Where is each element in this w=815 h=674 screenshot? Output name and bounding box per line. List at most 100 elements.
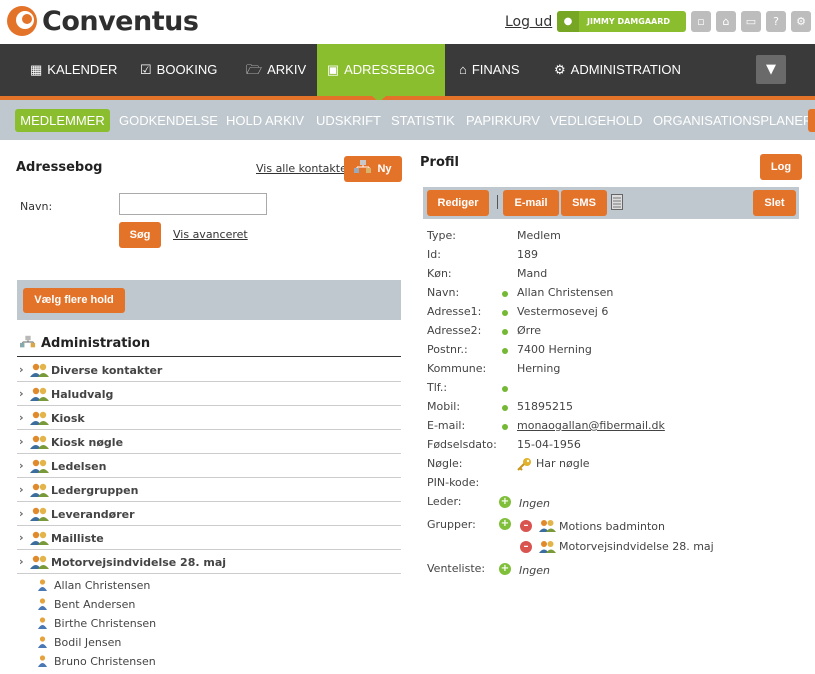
subnav-vedligehold[interactable]: VEDLIGEHOLD (550, 109, 642, 132)
select-multiple-groups-button[interactable]: Vælg flere hold (23, 288, 125, 313)
member-name: Bruno Christensen (54, 655, 156, 668)
subnav-statistik[interactable]: STATISTIK (391, 109, 455, 132)
group-row[interactable]: › Mailliste (17, 526, 401, 550)
group-row[interactable]: › Ledergruppen (17, 478, 401, 502)
subnav-godkendelse[interactable]: GODKENDELSE (119, 109, 218, 132)
field-label-navn: Navn: (427, 286, 460, 299)
visibility-dot (502, 386, 508, 392)
group-row[interactable]: › Kiosk nøgle (17, 430, 401, 454)
navn-search-input[interactable] (119, 193, 267, 215)
gear-icon[interactable]: ⚙ (791, 11, 811, 32)
field-label-adresse1: Adresse1: (427, 305, 482, 318)
search-button[interactable]: Søg (119, 222, 161, 248)
visibility-dot (502, 348, 508, 354)
chevron-right-icon[interactable]: › (19, 435, 24, 448)
help-icon[interactable]: ? (766, 11, 786, 32)
navn-label: Navn: (20, 200, 53, 213)
delete-button[interactable]: Slet (753, 190, 796, 216)
nav-kalender[interactable]: ▦ KALENDER (30, 44, 117, 96)
group-row[interactable]: › Ledelsen (17, 454, 401, 478)
person-icon (38, 655, 47, 667)
nav-label: ADRESSEBOG (344, 62, 436, 77)
chevron-right-icon[interactable]: › (19, 483, 24, 496)
add-leader-icon[interactable]: + (499, 496, 511, 508)
nav-arkiv[interactable]: 🗁 ARKIV (246, 44, 306, 96)
institution-icon[interactable]: ⌂ (716, 11, 736, 32)
org-chart-icon (354, 160, 372, 173)
group-row[interactable]: › Kiosk (17, 406, 401, 430)
field-label-type: Type: (427, 229, 456, 242)
nav-adressebog[interactable]: ▣ ADRESSEBOG (317, 44, 445, 96)
administration-section-title[interactable]: Administration (20, 335, 150, 351)
field-label-mobil: Mobil: (427, 400, 461, 413)
email-button[interactable]: E-mail (503, 190, 559, 216)
logout-link[interactable]: Log ud (505, 14, 552, 30)
caret-down-icon: ▼ (766, 62, 776, 77)
nav-booking[interactable]: ☑ BOOKING (140, 44, 217, 96)
subnav-papirkurv[interactable]: PAPIRKURV (466, 109, 540, 132)
member-row[interactable]: Bent Andersen (38, 598, 135, 617)
app-logo[interactable]: Conventus (42, 6, 199, 37)
group-row[interactable]: › Motorvejsindvidelse 28. maj (17, 550, 401, 574)
chevron-right-icon[interactable]: › (19, 555, 24, 568)
member-row[interactable]: Bruno Christensen (38, 655, 156, 674)
chevron-right-icon[interactable]: › (19, 531, 24, 544)
key-icon (517, 458, 531, 471)
log-button[interactable]: Log (760, 154, 802, 180)
person-icon (38, 579, 47, 591)
field-value-kommune: Herning (517, 362, 561, 375)
field-value-nogle: Har nøgle (536, 457, 590, 470)
vis-avanceret-link[interactable]: Vis avanceret (173, 228, 248, 241)
member-row[interactable]: Birthe Christensen (38, 617, 156, 636)
person-icon (38, 598, 47, 610)
nav-finans[interactable]: ⌂ FINANS (459, 44, 520, 96)
new-contact-label: Ny (377, 163, 392, 175)
visibility-dot (502, 405, 508, 411)
field-label-kon: Køn: (427, 267, 452, 280)
subnav-hold-arkiv[interactable]: HOLD ARKIV (226, 109, 304, 132)
group-name[interactable]: Motions badminton (559, 520, 665, 533)
visibility-dot (502, 424, 508, 430)
chevron-right-icon[interactable]: › (19, 387, 24, 400)
notepad-icon[interactable] (611, 194, 623, 210)
nav-administration[interactable]: ⚙ ADMINISTRATION (554, 44, 681, 96)
group-row[interactable]: › Diverse kontakter (17, 358, 401, 382)
add-group-icon[interactable]: + (499, 518, 511, 530)
chevron-right-icon[interactable]: › (19, 507, 24, 520)
nav-label: ARKIV (267, 62, 307, 77)
vis-alle-kontakter-link[interactable]: Vis alle kontakter (256, 162, 351, 175)
chevron-right-icon[interactable]: › (19, 363, 24, 376)
add-waitlist-icon[interactable]: + (499, 563, 511, 575)
field-label-postnr: Postnr.: (427, 343, 468, 356)
group-row-label: Mailliste (51, 532, 104, 545)
monitor-icon[interactable]: ▭ (741, 11, 761, 32)
chat-icon[interactable]: ▫ (691, 11, 711, 32)
edit-button[interactable]: Rediger (427, 190, 489, 216)
visibility-dot (502, 329, 508, 335)
member-row[interactable]: Bodil Jensen (38, 636, 121, 655)
remove-group-icon[interactable]: – (520, 520, 532, 532)
chevron-right-icon[interactable]: › (19, 411, 24, 424)
field-value-adresse1: Vestermosevej 6 (517, 305, 609, 318)
subnav-overflow-tab[interactable] (808, 109, 815, 132)
email-link[interactable]: monaogallan@fibermail.dk (517, 419, 665, 432)
group-row[interactable]: › Leverandører (17, 502, 401, 526)
group-name[interactable]: Motorvejsindvidelse 28. maj (559, 540, 714, 553)
user-icon: ● (557, 11, 579, 32)
chevron-right-icon[interactable]: › (19, 459, 24, 472)
group-row[interactable]: › Haludvalg (17, 382, 401, 406)
subnav-udskrift[interactable]: UDSKRIFT (316, 109, 381, 132)
new-contact-button[interactable]: Ny (344, 156, 402, 182)
member-name: Allan Christensen (54, 579, 151, 592)
nav-dropdown-button[interactable]: ▼ (756, 55, 786, 84)
sms-button[interactable]: SMS (561, 190, 607, 216)
field-value-postnr: 7400 Herning (517, 343, 592, 356)
user-button[interactable]: ● JIMMY DAMGAARD (557, 11, 686, 32)
field-value-type: Medlem (517, 229, 561, 242)
field-label-venteliste: Venteliste: (427, 562, 486, 575)
nav-label: FINANS (471, 62, 520, 77)
member-row[interactable]: Allan Christensen (38, 579, 150, 598)
subnav-organisationsplaner[interactable]: ORGANISATIONSPLANER (653, 109, 812, 132)
remove-group-icon[interactable]: – (520, 541, 532, 553)
subnav-medlemmer[interactable]: MEDLEMMER (15, 109, 110, 132)
